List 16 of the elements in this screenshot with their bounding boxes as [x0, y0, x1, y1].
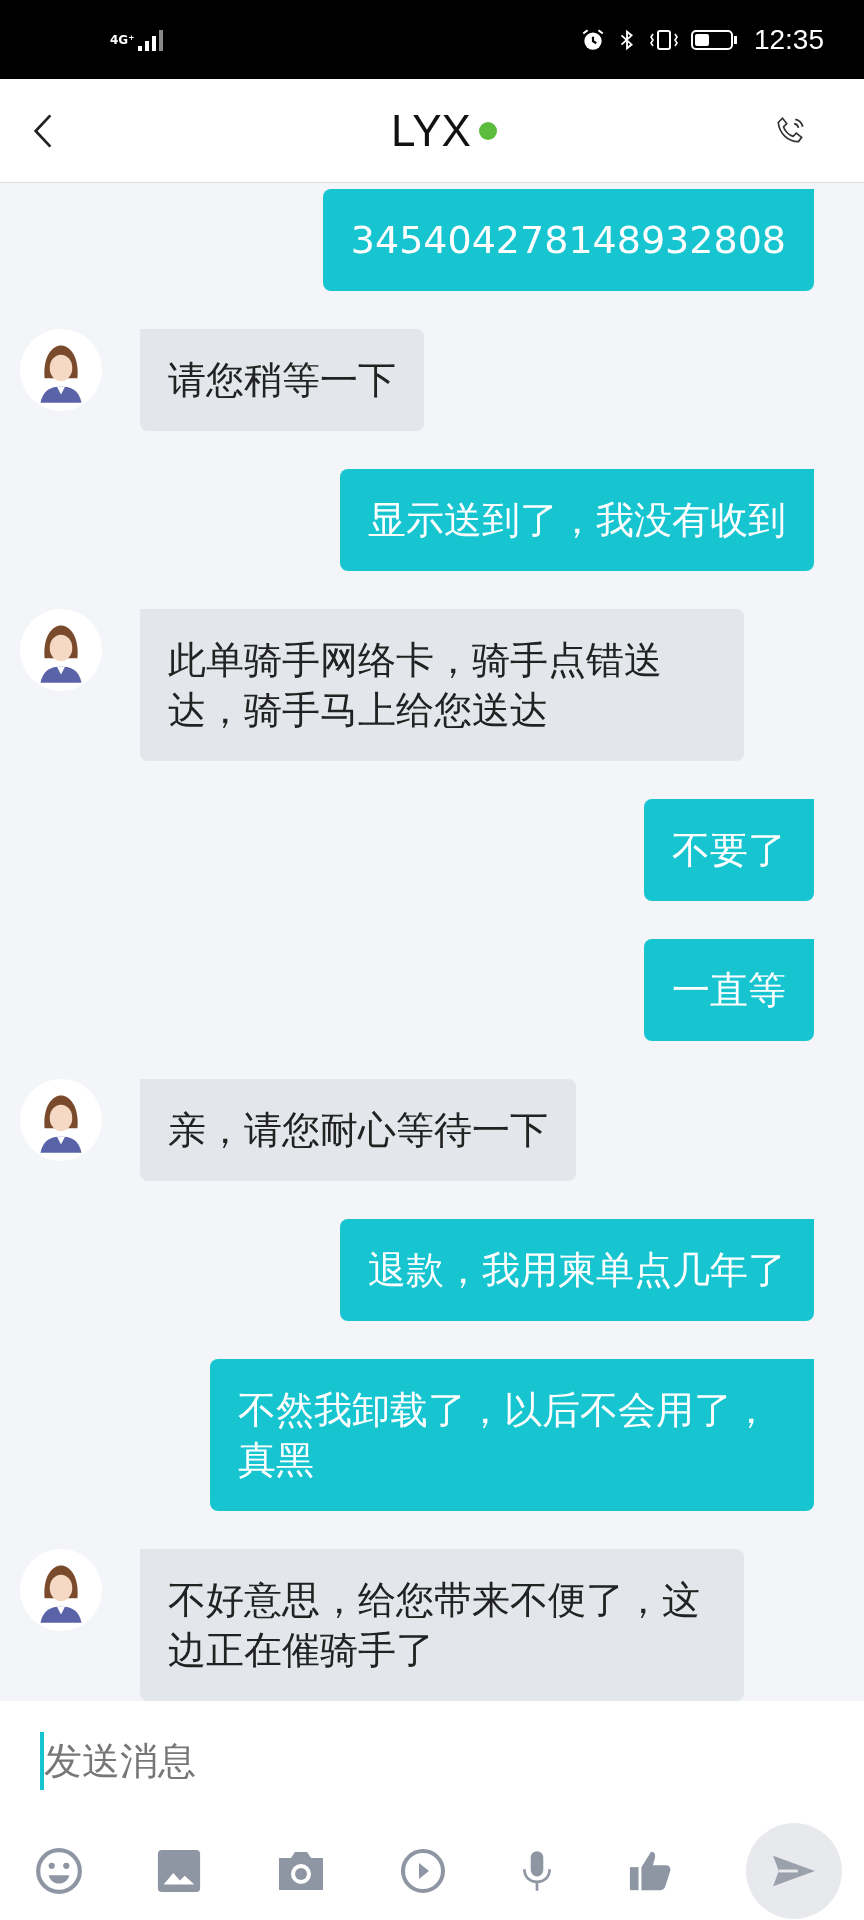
user-message: 不然我卸载了，以后不会用了，真黑: [210, 1359, 814, 1512]
contact-name: LYX: [391, 105, 471, 156]
agent-message: 亲，请您耐心等待一下: [140, 1079, 576, 1182]
play-icon[interactable]: [399, 1846, 447, 1895]
agent-message: 此单骑手网络卡，骑手点错送达，骑手马上给您送达: [140, 609, 744, 762]
network-type: 4G⁺: [110, 32, 135, 47]
user-message: 显示送到了，我没有收到: [340, 469, 814, 572]
user-message: 不要了: [644, 799, 814, 902]
agent-message: 不好意思，给您带来不便了，这边正在催骑手了: [140, 1549, 744, 1702]
agent-message: 请您稍等一下: [140, 329, 424, 432]
clock-time: 12:35: [753, 23, 824, 56]
user-message: 345404278148932808: [322, 189, 814, 292]
user-message: 退款，我用柬单点几年了: [340, 1219, 814, 1322]
user-message: 一直等: [644, 939, 814, 1042]
image-icon[interactable]: [156, 1847, 203, 1894]
emoji-icon[interactable]: [34, 1845, 84, 1896]
